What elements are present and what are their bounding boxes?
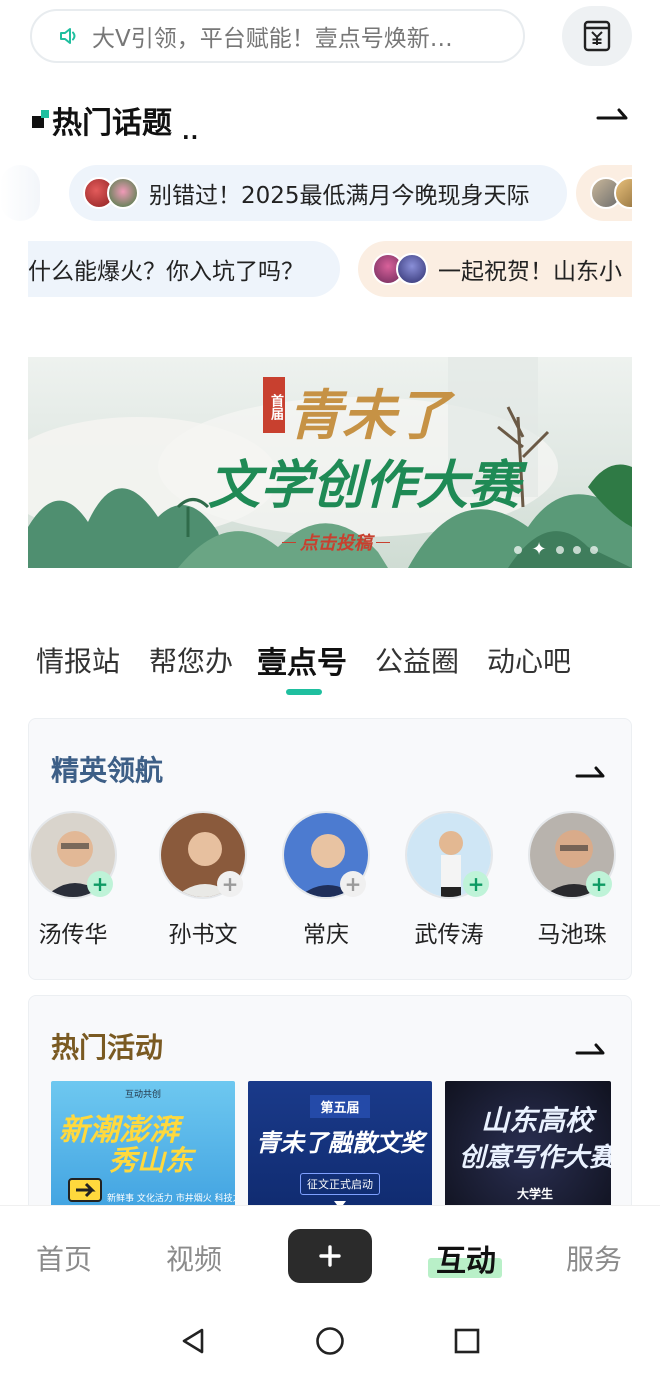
- tab-yidianhao[interactable]: 壹点号: [257, 638, 347, 682]
- activities-title: 热门活动: [51, 1031, 164, 1064]
- person-name: 武传涛: [414, 922, 484, 948]
- speaker-icon: [60, 28, 76, 44]
- topic-pill-partial[interactable]: [0, 165, 40, 221]
- elite-title: 精英领航: [51, 754, 164, 787]
- avatar: [107, 177, 139, 209]
- publish-button[interactable]: [288, 1229, 372, 1283]
- wallet-icon: [583, 20, 611, 52]
- follow-button[interactable]: +: [463, 871, 489, 897]
- topic-pill-partial[interactable]: [576, 165, 632, 221]
- channel-tabs: 情报站 帮您办 壹点号 公益圈 动心吧: [36, 640, 636, 700]
- system-nav-bar: [0, 1309, 660, 1378]
- person-name: 马池珠: [537, 922, 607, 948]
- topic-pill[interactable]: 一起祝贺！山东小: [358, 241, 632, 297]
- promo-banner[interactable]: 首届 青未了 文学创作大赛 点击投稿 ✦: [28, 357, 632, 568]
- follow-button[interactable]: +: [340, 871, 366, 897]
- person-item[interactable]: + 常庆: [274, 811, 378, 951]
- carousel-dot[interactable]: [556, 546, 564, 554]
- person-item[interactable]: + 武传涛: [397, 811, 501, 951]
- top-bar: 大V引领，平台赋能！壹点号焕新…: [0, 0, 660, 80]
- more-arrow-icon[interactable]: [575, 1040, 607, 1058]
- carousel-dots: ✦: [514, 541, 598, 559]
- title-dots: ..: [182, 120, 200, 144]
- follow-button[interactable]: +: [217, 871, 243, 897]
- banner-title: 文学创作大赛: [208, 455, 521, 516]
- avatar-group: [83, 177, 139, 209]
- topic-pill[interactable]: 什么能爆火？你入坑了吗？: [28, 241, 340, 297]
- activity-item[interactable]: 互动共创 新潮澎湃 秀山东 新鲜事 文化活力 市井烟火 科技力量: [51, 1081, 235, 1221]
- person-name: 常庆: [303, 922, 349, 948]
- tab-dongxinba[interactable]: 动心吧: [487, 640, 571, 680]
- plus-icon: [319, 1245, 341, 1267]
- active-tab-indicator: [286, 689, 322, 695]
- banner-brand: 青未了: [288, 383, 450, 447]
- topic-text: 别错过！2025最低满月今晚现身天际: [149, 183, 530, 209]
- tab-qingbaozhan[interactable]: 情报站: [36, 640, 120, 680]
- topic-pill[interactable]: 别错过！2025最低满月今晚现身天际: [69, 165, 567, 221]
- follow-button[interactable]: +: [586, 871, 612, 897]
- nav-service[interactable]: 服务: [566, 1238, 622, 1278]
- topic-text: 一起祝贺！山东小: [438, 259, 622, 285]
- nav-interact[interactable]: 互动: [436, 1236, 496, 1280]
- bottom-nav: 首页 视频 互动 服务: [0, 1205, 660, 1309]
- person-item[interactable]: + 汤传华: [29, 811, 125, 951]
- avatar: [396, 253, 428, 285]
- person-item[interactable]: + 马池珠: [520, 811, 624, 951]
- tab-bangninban[interactable]: 帮您办: [149, 640, 233, 680]
- hot-topics-header: 热门话题 ..: [30, 94, 632, 144]
- carousel-dot-active[interactable]: ✦: [531, 541, 547, 559]
- person-item[interactable]: + 孙书文: [151, 811, 255, 951]
- person-name: 孙书文: [168, 922, 238, 948]
- avatar-group: [590, 177, 632, 209]
- activity-item[interactable]: 山东高校 创意写作大赛 大学生: [445, 1081, 611, 1221]
- nav-video[interactable]: 视频: [166, 1238, 222, 1278]
- follow-button[interactable]: +: [87, 871, 113, 897]
- activity-item[interactable]: 第五届 青未了融散文奖 征文正式启动: [248, 1081, 432, 1221]
- elite-card: 精英领航 + 汤传华 + 孙书文 + 常庆 + 武传涛 + 马池珠: [28, 718, 632, 980]
- arrow-sign-icon: [68, 1178, 102, 1202]
- search-placeholder: 大V引领，平台赋能！壹点号焕新…: [92, 26, 453, 52]
- nav-home[interactable]: 首页: [36, 1238, 92, 1278]
- carousel-dot[interactable]: [514, 546, 522, 554]
- avatar-group: [372, 253, 428, 285]
- hot-topics-title: 热门话题: [52, 106, 172, 141]
- more-arrow-icon[interactable]: [596, 104, 630, 124]
- wallet-button[interactable]: [562, 6, 632, 66]
- search-bar[interactable]: 大V引领，平台赋能！壹点号焕新…: [30, 9, 525, 63]
- banner-cta[interactable]: 点击投稿: [266, 531, 406, 554]
- person-name: 汤传华: [38, 922, 108, 948]
- back-icon[interactable]: [178, 1326, 208, 1356]
- tab-gongyiquan[interactable]: 公益圈: [375, 640, 459, 680]
- recents-icon[interactable]: [453, 1327, 481, 1355]
- home-icon[interactable]: [315, 1326, 345, 1356]
- topic-text: 什么能爆火？你入坑了吗？: [28, 259, 304, 285]
- banner-badge: 首届: [263, 377, 285, 433]
- title-deco-icon: [32, 110, 49, 128]
- carousel-dot[interactable]: [573, 546, 581, 554]
- carousel-dot[interactable]: [590, 546, 598, 554]
- more-arrow-icon[interactable]: [575, 763, 607, 781]
